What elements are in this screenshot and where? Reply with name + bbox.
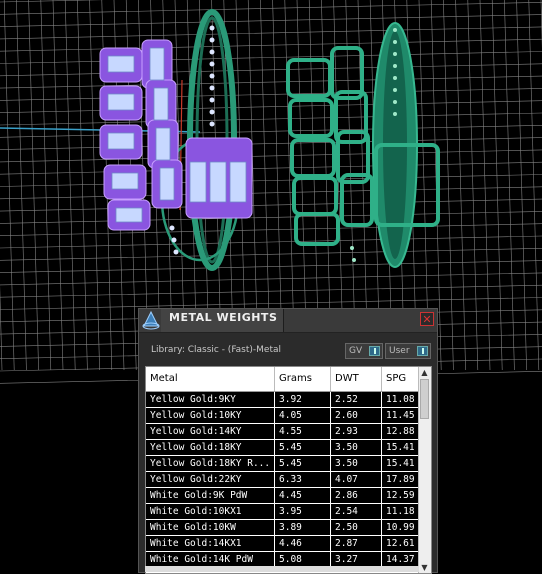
cell-grams: 4.55 [275,424,331,439]
cell-metal: Yellow Gold:14KY [146,424,275,439]
column-header-dwt[interactable]: DWT [331,367,382,391]
cell-dwt: 2.93 [331,424,382,439]
cell-metal: Yellow Gold:22KY [146,472,275,487]
gv-toggle[interactable]: GV [345,343,383,359]
cell-dwt: 2.86 [331,488,382,503]
cell-dwt: 2.60 [331,408,382,423]
scroll-down-arrow-icon[interactable]: ▼ [419,562,430,573]
cell-metal: White Gold:10KW [146,520,275,535]
table-row[interactable]: Yellow Gold:9KY 3.92 2.52 11.08 [146,392,420,408]
toggle-switch-icon [369,346,380,356]
cell-spg: 10.99 [382,520,420,535]
cell-dwt: 2.52 [331,392,382,407]
cell-grams: 5.45 [275,456,331,471]
vertical-scrollbar[interactable]: ▲ ▼ [418,367,431,573]
user-toggle-label: User [389,346,410,356]
cell-metal: Yellow Gold:18KY R... [146,456,275,471]
column-header-metal[interactable]: Metal [146,367,275,391]
metal-weights-table: Metal Grams DWT SPG Yellow Gold:9KY 3.92 2… [145,366,432,574]
cell-metal: Yellow Gold:18KY [146,440,275,455]
cell-grams: 4.05 [275,408,331,423]
table-row[interactable]: Yellow Gold:18KY R... 5.45 3.50 15.41 [146,456,420,472]
cell-grams: 3.89 [275,520,331,535]
table-row[interactable]: White Gold:9K PdW 4.45 2.86 12.59 [146,488,420,504]
scroll-up-arrow-icon[interactable]: ▲ [419,367,430,378]
cell-metal: Yellow Gold:10KY [146,408,275,423]
cell-dwt: 3.27 [331,552,382,567]
cell-metal: White Gold:14K PdW [146,552,275,567]
cell-spg: 11.45 [382,408,420,423]
cell-dwt: 2.54 [331,504,382,519]
cell-metal: White Gold:14KX1 [146,536,275,551]
table-row[interactable]: Yellow Gold:10KY 4.05 2.60 11.45 [146,408,420,424]
pyramid-icon [142,310,160,330]
cell-metal: Yellow Gold:9KY [146,392,275,407]
cell-spg: 12.59 [382,488,420,503]
cell-spg: 15.41 [382,440,420,455]
gv-toggle-label: GV [349,346,363,356]
cell-spg: 12.88 [382,424,420,439]
cell-spg: 12.61 [382,536,420,551]
cell-spg: 11.18 [382,504,420,519]
table-row[interactable]: White Gold:10KW 3.89 2.50 10.99 [146,520,420,536]
column-header-spg[interactable]: SPG [382,367,420,391]
scrollbar-thumb[interactable] [420,379,429,419]
cell-spg: 11.08 [382,392,420,407]
cell-grams: 5.45 [275,440,331,455]
ring-model-2[interactable] [286,22,440,268]
cell-grams: 3.92 [275,392,331,407]
table-row[interactable]: Yellow Gold:22KY 6.33 4.07 17.89 [146,472,420,488]
cell-metal: White Gold:10KX1 [146,504,275,519]
cell-dwt: 3.50 [331,456,382,471]
cell-dwt: 3.50 [331,440,382,455]
table-header: Metal Grams DWT SPG [146,367,420,392]
cell-grams: 4.46 [275,536,331,551]
cell-metal: White Gold:9K PdW [146,488,275,503]
table-row[interactable]: Yellow Gold:14KY 4.55 2.93 12.88 [146,424,420,440]
toggle-switch-icon [417,346,428,356]
column-header-grams[interactable]: Grams [275,367,331,391]
table-row[interactable]: White Gold:10KX1 3.95 2.54 11.18 [146,504,420,520]
close-button[interactable]: ✕ [420,312,434,326]
cell-spg: 17.89 [382,472,420,487]
cell-grams: 4.45 [275,488,331,503]
cell-grams: 5.08 [275,552,331,567]
cell-spg: 15.41 [382,456,420,471]
cell-grams: 3.95 [275,504,331,519]
cell-dwt: 4.07 [331,472,382,487]
table-row[interactable]: White Gold:14KX1 4.46 2.87 12.61 [146,536,420,552]
cell-dwt: 2.87 [331,536,382,551]
cell-spg: 14.37 [382,552,420,567]
cell-grams: 6.33 [275,472,331,487]
ring-model-1[interactable] [99,9,253,271]
user-toggle[interactable]: User [385,343,431,359]
table-row[interactable]: Yellow Gold:18KY 5.45 3.50 15.41 [146,440,420,456]
panel-title: METAL WEIGHTS [169,311,278,324]
metal-weights-panel: METAL WEIGHTS ✕ Library: Classic - (Fast… [138,308,438,574]
library-label: Library: Classic - (Fast)-Metal [151,345,282,355]
cell-dwt: 2.50 [331,520,382,535]
panel-titlebar[interactable]: METAL WEIGHTS ✕ [139,309,437,333]
horizontal-scrollbar[interactable] [145,566,419,572]
